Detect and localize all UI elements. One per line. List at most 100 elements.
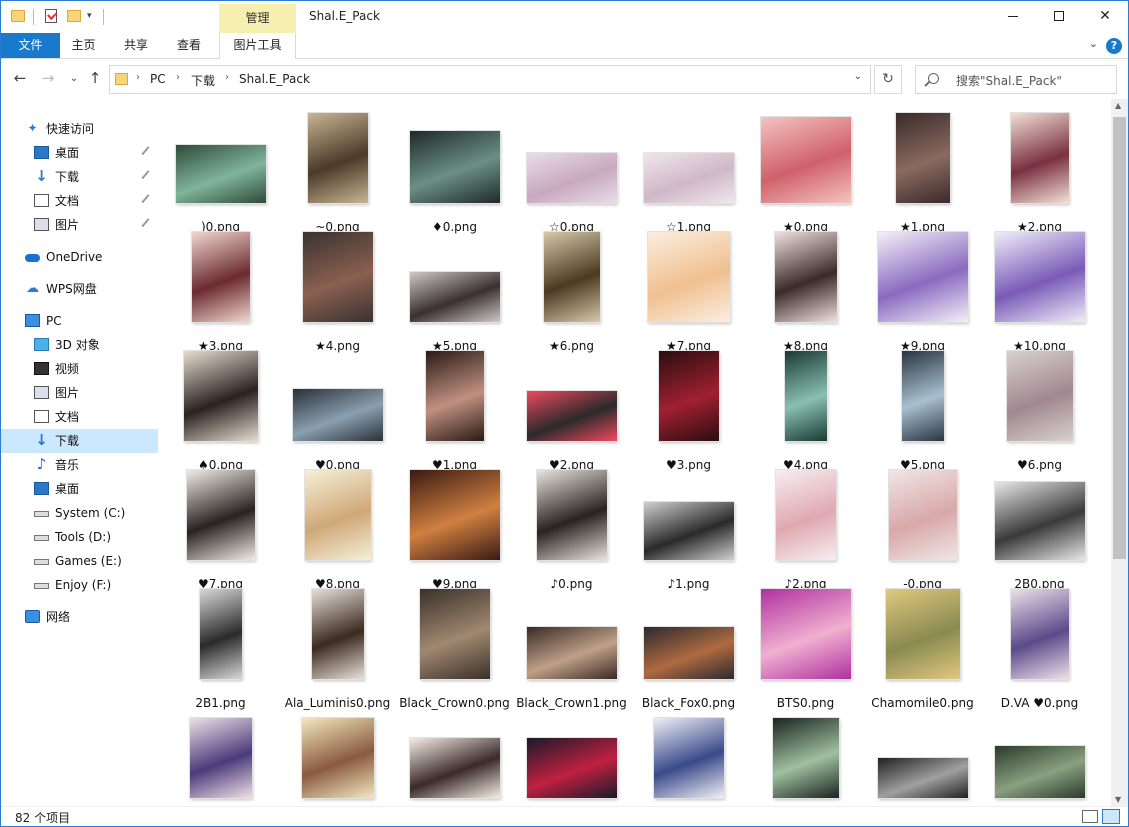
image-thumbnail[interactable]	[410, 131, 500, 203]
image-thumbnail[interactable]	[878, 232, 968, 322]
tab-picture-tools[interactable]: 图片工具	[219, 33, 296, 59]
file-tile[interactable]	[513, 708, 630, 806]
new-folder-icon[interactable]	[67, 10, 81, 22]
file-tile[interactable]: ★6.png	[513, 232, 630, 353]
image-thumbnail[interactable]	[889, 470, 957, 560]
file-tile[interactable]: ♥1.png	[396, 351, 513, 472]
file-tile[interactable]	[981, 708, 1098, 806]
address-dropdown-icon[interactable]: ⌄	[854, 71, 862, 82]
tab-home[interactable]: 主页	[60, 33, 107, 58]
quick-access-dropdown-icon[interactable]: ▾	[87, 11, 95, 29]
image-thumbnail[interactable]	[312, 589, 364, 679]
file-tile[interactable]: Black_Crown0.png	[396, 589, 513, 710]
file-tile[interactable]: ★10.png	[981, 232, 1098, 353]
file-tile[interactable]: ★1.png	[864, 113, 981, 234]
file-tile[interactable]: ★9.png	[864, 232, 981, 353]
details-view-icon[interactable]	[1082, 810, 1098, 823]
tab-file[interactable]: 文件	[1, 33, 60, 58]
file-tile[interactable]: ♪1.png	[630, 470, 747, 591]
image-thumbnail[interactable]	[544, 232, 600, 322]
file-tile[interactable]: ★0.png	[747, 113, 864, 234]
file-tile[interactable]: Chamomile0.png	[864, 589, 981, 710]
nav-item[interactable]: 3D 对象	[1, 333, 158, 357]
up-arrow-icon[interactable]: ↑	[85, 69, 105, 87]
file-tile[interactable]: ♥4.png	[747, 351, 864, 472]
image-thumbnail[interactable]	[886, 589, 960, 679]
file-tile[interactable]: ♠0.png	[162, 351, 279, 472]
nav-item[interactable]: ↓ 下载	[1, 165, 158, 189]
nav-item[interactable]: 图片	[1, 381, 158, 405]
file-tile[interactable]: ♥7.png	[162, 470, 279, 591]
file-tile[interactable]: ☆1.png	[630, 113, 747, 234]
image-thumbnail[interactable]	[200, 589, 242, 679]
refresh-button[interactable]: ↻	[874, 65, 902, 94]
file-tile[interactable]: ~0.png	[279, 113, 396, 234]
nav-item[interactable]: Tools (D:)	[1, 525, 158, 549]
context-tab-manage[interactable]: 管理	[219, 4, 296, 33]
nav-item[interactable]: 视频	[1, 357, 158, 381]
file-tile[interactable]: ♥0.png	[279, 351, 396, 472]
image-thumbnail[interactable]	[654, 718, 724, 798]
nav-item[interactable]: System (C:)	[1, 501, 158, 525]
image-thumbnail[interactable]	[995, 232, 1085, 322]
nav-item[interactable]: Games (E:)	[1, 549, 158, 573]
nav-item[interactable]: 桌面	[1, 141, 158, 165]
image-thumbnail[interactable]	[776, 470, 836, 560]
nav-item[interactable]: 桌面	[1, 477, 158, 501]
scroll-up-icon[interactable]: ▲	[1115, 101, 1121, 110]
file-tile[interactable]	[630, 708, 747, 806]
file-tile[interactable]: ♥3.png	[630, 351, 747, 472]
image-thumbnail[interactable]	[644, 502, 734, 560]
image-thumbnail[interactable]	[537, 470, 607, 560]
file-tile[interactable]	[864, 708, 981, 806]
image-thumbnail[interactable]	[1011, 589, 1069, 679]
file-tile[interactable]: ★3.png	[162, 232, 279, 353]
image-thumbnail[interactable]	[308, 113, 368, 203]
image-thumbnail[interactable]	[410, 272, 500, 322]
image-thumbnail[interactable]	[302, 718, 374, 798]
tab-view[interactable]: 查看	[165, 33, 213, 58]
image-thumbnail[interactable]	[187, 470, 255, 560]
file-tile[interactable]: 2B0.png	[981, 470, 1098, 591]
close-button[interactable]: ✕	[1082, 1, 1128, 31]
file-tile[interactable]: ★8.png	[747, 232, 864, 353]
image-thumbnail[interactable]	[761, 117, 851, 203]
maximize-button[interactable]	[1036, 1, 1082, 31]
forward-arrow-icon[interactable]: →	[38, 69, 58, 87]
file-tile[interactable]: ♥6.png	[981, 351, 1098, 472]
file-tile[interactable]: ♥9.png	[396, 470, 513, 591]
image-thumbnail[interactable]	[659, 351, 719, 441]
file-tile[interactable]	[747, 708, 864, 806]
file-tile[interactable]: ★7.png	[630, 232, 747, 353]
image-thumbnail[interactable]	[184, 351, 258, 441]
image-thumbnail[interactable]	[648, 232, 730, 322]
image-thumbnail[interactable]	[878, 758, 968, 798]
search-input[interactable]: 搜索"Shal.E_Pack"	[956, 72, 1062, 89]
file-tile[interactable]: ☆0.png	[513, 113, 630, 234]
file-tile[interactable]: ★5.png	[396, 232, 513, 353]
image-thumbnail[interactable]	[902, 351, 944, 441]
image-thumbnail[interactable]	[773, 718, 839, 798]
file-tile[interactable]: BTS0.png	[747, 589, 864, 710]
image-thumbnail[interactable]	[761, 589, 851, 679]
properties-icon[interactable]	[45, 9, 57, 23]
image-thumbnail[interactable]	[305, 470, 371, 560]
file-tile[interactable]: ♪2.png	[747, 470, 864, 591]
image-thumbnail[interactable]	[644, 153, 734, 203]
image-thumbnail[interactable]	[995, 482, 1085, 560]
image-thumbnail[interactable]	[527, 153, 617, 203]
image-thumbnail[interactable]	[527, 627, 617, 679]
nav-item[interactable]: OneDrive	[1, 245, 158, 269]
image-thumbnail[interactable]	[896, 113, 950, 203]
image-thumbnail[interactable]	[190, 718, 252, 798]
image-thumbnail[interactable]	[410, 738, 500, 798]
nav-item[interactable]: 图片	[1, 213, 158, 237]
file-tile[interactable]: ♥2.png	[513, 351, 630, 472]
breadcrumb-pc[interactable]: PC	[150, 72, 166, 86]
search-box[interactable]: 搜索"Shal.E_Pack"	[915, 65, 1117, 94]
image-thumbnail[interactable]	[527, 738, 617, 798]
file-tile[interactable]: ★2.png	[981, 113, 1098, 234]
file-tile[interactable]: -0.png	[864, 470, 981, 591]
address-bar[interactable]: › PC › 下载 › Shal.E_Pack ⌄	[109, 65, 871, 94]
nav-item[interactable]: Enjoy (F:)	[1, 573, 158, 597]
